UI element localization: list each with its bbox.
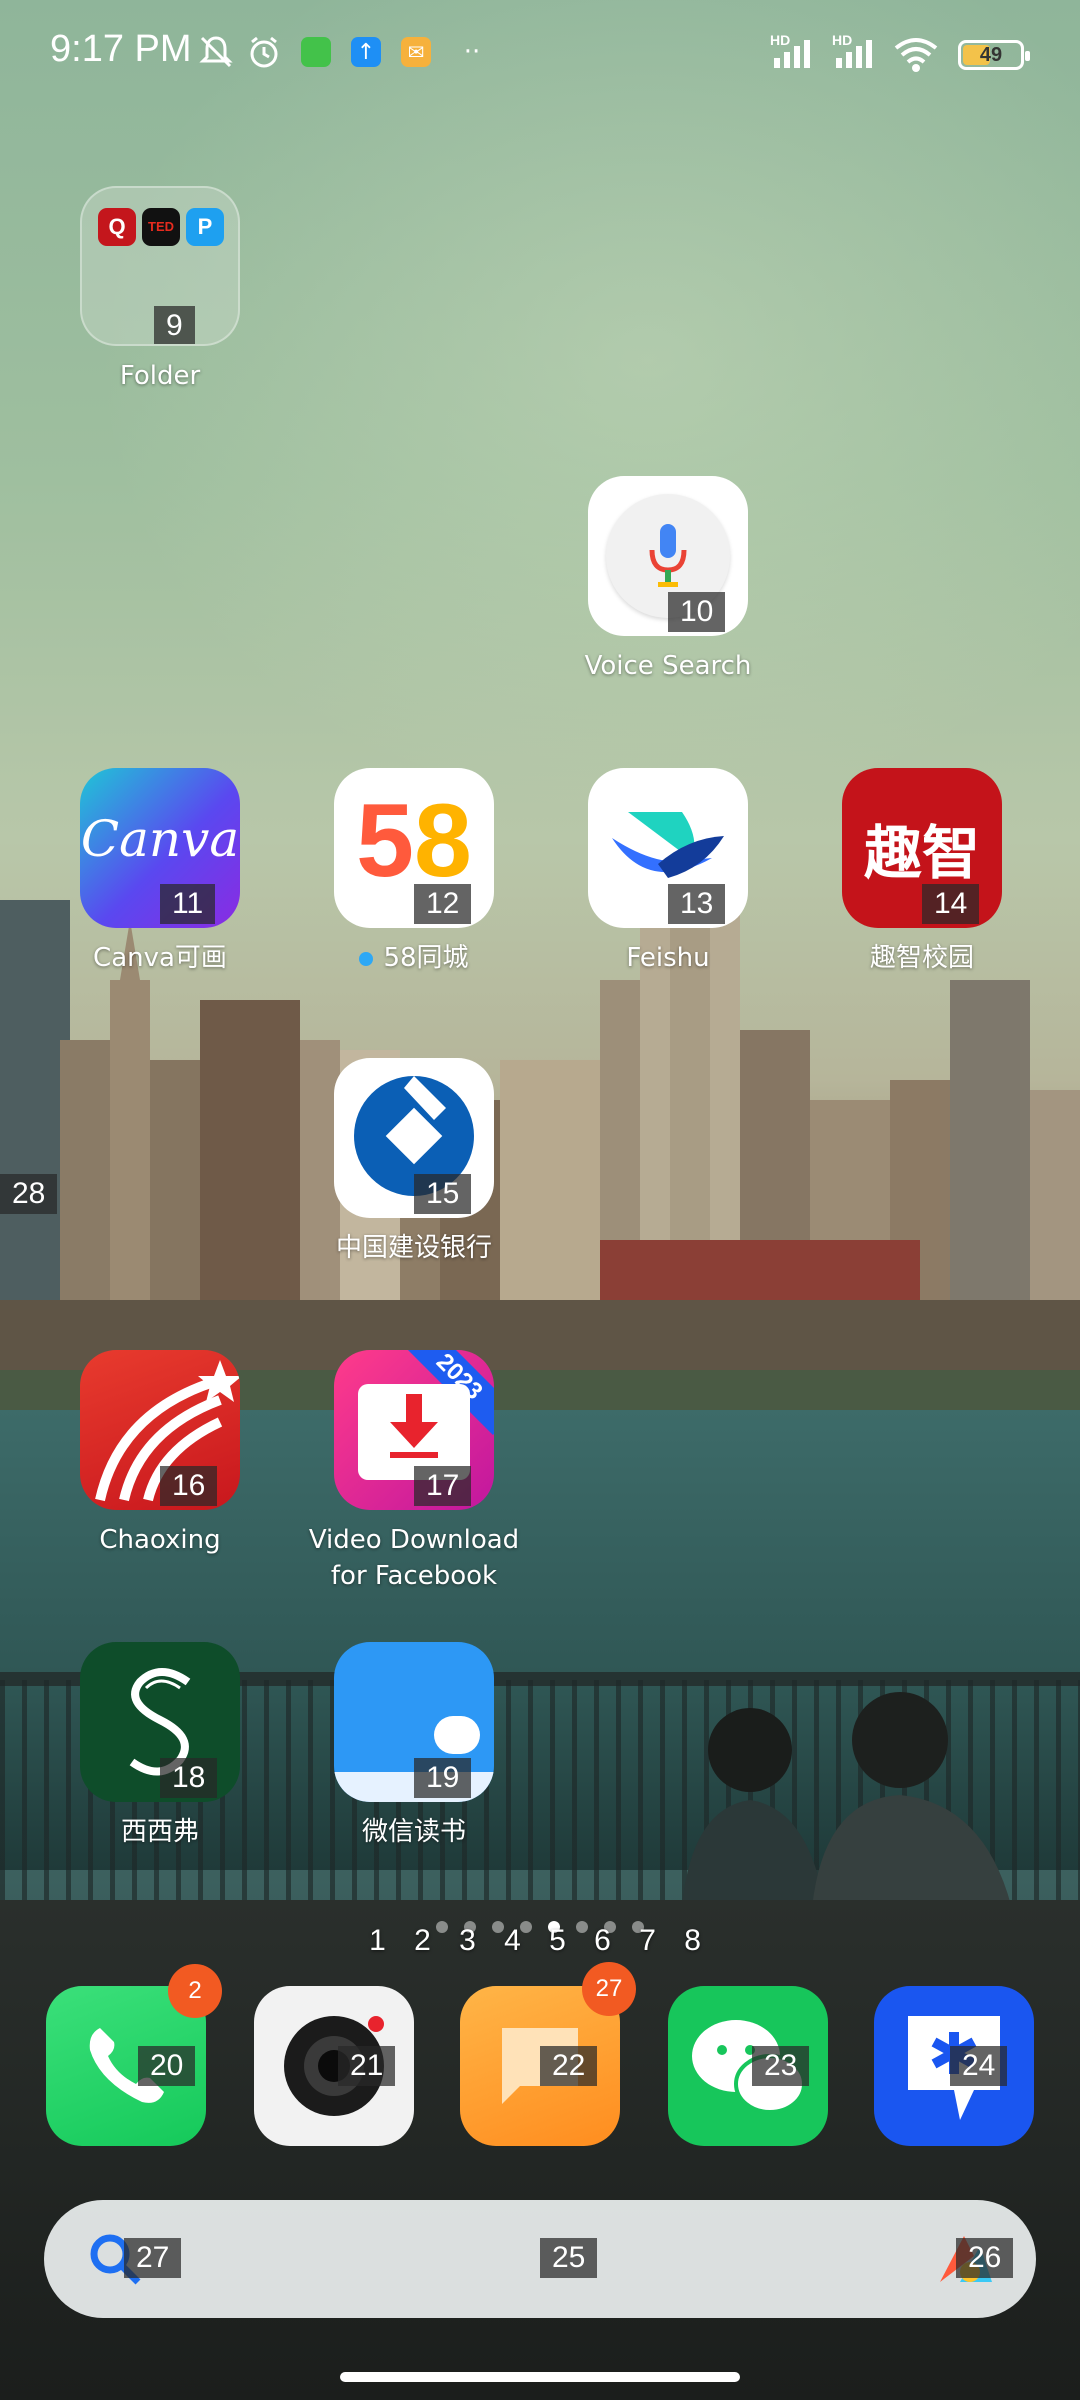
phone-badge: 2 <box>168 1964 222 2018</box>
app-video-download[interactable]: 2023 17 Video Download for Facebook <box>294 1350 534 1594</box>
folder-label: Folder <box>119 361 201 391</box>
signal-2-icon: HD <box>832 32 884 72</box>
58tongcheng-label-text: 58同城 <box>383 943 469 973</box>
app-58tongcheng[interactable]: 58 12 58同城 <box>294 768 534 976</box>
ccb-tag: 15 <box>414 1174 472 1214</box>
green-app-icon <box>296 32 336 72</box>
ccb-icon[interactable]: 15 <box>334 1058 494 1218</box>
left-edge-tag[interactable]: 28 <box>0 1174 58 1214</box>
dock-camera[interactable]: 21 <box>254 1986 414 2146</box>
app-quzhi[interactable]: 趣智 14 趣智校园 <box>802 768 1042 976</box>
search-center-tag: 25 <box>540 2238 598 2278</box>
58-logo-5: 5 <box>356 783 414 899</box>
folder-tag: 9 <box>154 306 195 344</box>
folder-mini-app-q: Q <box>98 208 136 246</box>
folder-mini-app-ted: TED <box>142 208 180 246</box>
quzhi-icon[interactable]: 趣智 14 <box>842 768 1002 928</box>
weixin-dushu-bubble <box>434 1716 480 1754</box>
phone-tag: 20 <box>138 2046 196 2086</box>
battery-cap <box>1025 51 1030 61</box>
quzhi-tag: 14 <box>922 884 980 924</box>
dock-wechat[interactable]: 23 <box>668 1986 828 2146</box>
dock-dingtalk[interactable]: 24 <box>874 1986 1034 2146</box>
chaoxing-tag: 16 <box>160 1466 218 1506</box>
58tongcheng-icon[interactable]: 58 12 <box>334 768 494 928</box>
bell-off-icon <box>196 32 236 72</box>
video-download-label-line2: for Facebook <box>330 1561 498 1591</box>
signal-1-icon: HD <box>770 32 822 72</box>
video-download-tag: 17 <box>414 1466 472 1506</box>
search-bar[interactable]: 27 25 26 <box>44 2200 1036 2318</box>
wifi-icon <box>892 34 940 74</box>
status-time: 9:17 PM <box>50 28 192 70</box>
chaoxing-label: Chaoxing <box>99 1525 221 1555</box>
xixifu-label: 西西弗 <box>120 1817 199 1847</box>
feishu-icon[interactable]: 13 <box>588 768 748 928</box>
dingtalk-tag: 24 <box>950 2046 1008 2086</box>
voice-search-label: Voice Search <box>584 651 752 681</box>
quzhi-logo: 趣智 <box>863 819 980 887</box>
canva-label: Canva可画 <box>93 943 227 973</box>
folder-icon[interactable]: Q TED P 9 <box>80 186 240 346</box>
city-skyline <box>0 900 1080 1420</box>
xixifu-tag: 18 <box>160 1758 218 1798</box>
battery-percent: 49 <box>979 43 1003 66</box>
canva-icon[interactable]: Canva 11 <box>80 768 240 928</box>
sky-glow <box>0 0 1080 900</box>
voice-search-icon[interactable]: 10 <box>588 476 748 636</box>
weixin-dushu-label: 微信读书 <box>361 1817 466 1847</box>
chaoxing-icon[interactable]: 16 <box>80 1350 240 1510</box>
video-download-icon[interactable]: 2023 17 <box>334 1350 494 1510</box>
camera-tag: 21 <box>338 2046 396 2086</box>
app-xixifu[interactable]: 18 西西弗 <box>40 1642 280 1850</box>
upload-icon: ↑ <box>346 32 386 72</box>
wechat-tag: 23 <box>752 2046 810 2086</box>
feishu-label: Feishu <box>626 943 710 973</box>
microphone-icon <box>649 524 687 587</box>
weixin-dushu-icon[interactable]: 19 <box>334 1642 494 1802</box>
app-voice-search[interactable]: 10 Voice Search <box>548 476 788 684</box>
messages-badge: 27 <box>582 1962 636 2016</box>
app-canva[interactable]: Canva 11 Canva可画 <box>40 768 280 976</box>
feishu-bird-icon <box>612 812 724 878</box>
folder-mini-app-p: P <box>186 208 224 246</box>
58tongcheng-tag: 12 <box>414 884 472 924</box>
app-weixin-dushu[interactable]: 19 微信读书 <box>294 1642 534 1850</box>
app-chaoxing[interactable]: 16 Chaoxing <box>40 1350 280 1558</box>
quzhi-label: 趣智校园 <box>869 943 974 973</box>
more-dots-icon: ·· <box>463 37 481 67</box>
alarm-icon <box>244 32 284 72</box>
search-right-tag: 26 <box>956 2238 1014 2278</box>
new-install-dot <box>359 951 374 966</box>
battery-icon: 49 <box>958 40 1030 70</box>
status-bar: 9:17 PM ↑ ✉ ·· HD HD 49 <box>0 0 1080 110</box>
voice-search-tag: 10 <box>668 592 726 632</box>
ccb-label: 中国建设银行 <box>335 1233 492 1263</box>
page-numbers: 1 2 3 4 5 6 7 8 <box>369 1924 711 1957</box>
search-left-tag: 27 <box>124 2238 182 2278</box>
xixifu-icon[interactable]: 18 <box>80 1642 240 1802</box>
weixin-dushu-tag: 19 <box>414 1758 472 1798</box>
58tongcheng-label: 58同城 <box>294 940 534 976</box>
canva-logo: Canva <box>80 810 240 868</box>
messages-tag: 22 <box>540 2046 598 2086</box>
download-arrow-icon <box>390 1394 438 1458</box>
folder[interactable]: Q TED P 9 Folder <box>40 186 280 394</box>
home-indicator[interactable] <box>340 2372 740 2382</box>
video-download-label: Video Download for Facebook <box>294 1522 534 1594</box>
canva-tag: 11 <box>160 884 216 924</box>
mail-icon: ✉ <box>396 32 436 72</box>
app-ccb[interactable]: 15 中国建设银行 <box>294 1058 534 1266</box>
feishu-tag: 13 <box>668 884 726 924</box>
58-logo-8: 8 <box>414 783 472 899</box>
bench <box>0 1900 1080 2400</box>
video-download-label-line1: Video Download <box>308 1525 520 1555</box>
app-feishu[interactable]: 13 Feishu <box>548 768 788 976</box>
